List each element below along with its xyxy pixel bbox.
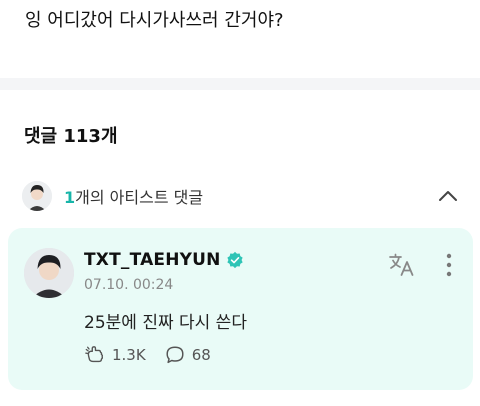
comment-date: 07.10. 00:24 xyxy=(84,277,174,293)
artist-comment-card: TXT_TAEHYUN 07.10. 00:24 25분에 진짜 다시 쓴다 1… xyxy=(8,228,473,390)
translate-icon[interactable] xyxy=(388,252,416,278)
post-text: 잉 어디갔어 다시가사쓰러 간거야? xyxy=(25,10,284,31)
section-divider xyxy=(0,78,480,90)
artist-comments-count: 1 xyxy=(64,188,76,207)
comments-count-title: 댓글 113개 xyxy=(24,126,118,147)
more-vertical-icon[interactable] xyxy=(442,250,456,280)
author-avatar[interactable] xyxy=(24,248,74,298)
comment-text: 25분에 진짜 다시 쓴다 xyxy=(84,313,247,333)
comment-author-name[interactable]: TXT_TAEHYUN xyxy=(84,250,221,270)
cheer-button[interactable]: 1.3K xyxy=(84,344,146,366)
reply-count: 68 xyxy=(191,346,211,364)
reply-button[interactable]: 68 xyxy=(164,344,211,366)
chevron-up-icon[interactable] xyxy=(436,184,460,208)
cheer-icon xyxy=(85,346,104,363)
artist-avatar-small xyxy=(22,181,52,211)
artist-comments-text: 개의 아티스트 댓글 xyxy=(75,188,204,207)
comment-actions: 1.3K 68 xyxy=(84,344,211,366)
artist-comments-label: 1개의 아티스트 댓글 xyxy=(64,184,203,208)
comment-author-row: TXT_TAEHYUN xyxy=(84,250,244,270)
verified-badge-icon xyxy=(226,251,243,269)
artist-comments-toggle[interactable]: 1개의 아티스트 댓글 xyxy=(22,180,462,212)
reply-bubble-icon xyxy=(166,346,184,364)
cheer-count: 1.3K xyxy=(112,346,146,364)
